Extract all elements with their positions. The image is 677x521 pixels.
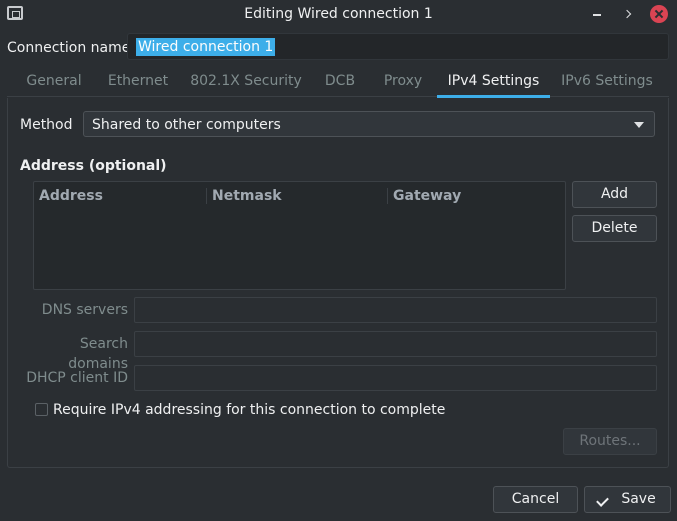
delete-button[interactable]: Delete — [572, 215, 657, 242]
require-ipv4-label[interactable]: Require IPv4 addressing for this connect… — [53, 400, 445, 420]
tab-bar: General Ethernet 802.1X Security DCB Pro… — [7, 65, 669, 98]
window-title: Editing Wired connection 1 — [244, 6, 433, 22]
require-ipv4-checkbox[interactable] — [35, 403, 48, 416]
maximize-icon[interactable] — [618, 5, 636, 23]
method-label: Method — [20, 117, 73, 133]
tab-dcb[interactable]: DCB — [314, 65, 366, 97]
tab-8021x-security[interactable]: 802.1X Security — [185, 65, 307, 97]
address-heading: Address (optional) — [20, 158, 167, 174]
dns-servers-label: DNS servers — [41, 302, 128, 318]
dhcp-client-id-input[interactable] — [134, 365, 657, 391]
tab-ipv4-settings[interactable]: IPv4 Settings — [437, 65, 550, 98]
cancel-button[interactable]: Cancel — [493, 486, 578, 513]
connection-name-value: Wired connection 1 — [136, 38, 276, 56]
save-button[interactable]: Save — [584, 486, 671, 513]
dns-servers-input[interactable] — [134, 297, 657, 323]
close-icon[interactable] — [650, 5, 668, 23]
column-separator — [206, 188, 207, 204]
tab-proxy[interactable]: Proxy — [373, 65, 433, 97]
minimize-icon[interactable] — [588, 5, 606, 23]
address-table[interactable]: Address Netmask Gateway — [33, 181, 566, 290]
tab-ethernet[interactable]: Ethernet — [98, 65, 178, 97]
dhcp-client-id-label: DHCP client ID — [26, 370, 128, 386]
connection-name-label: Connection name — [7, 40, 131, 56]
save-label: Save — [621, 491, 656, 507]
column-gateway[interactable]: Gateway — [393, 187, 461, 205]
add-button[interactable]: Add — [572, 181, 657, 208]
tab-ipv6-settings[interactable]: IPv6 Settings — [557, 65, 657, 97]
chevron-down-icon — [634, 122, 644, 128]
routes-button[interactable]: Routes... — [563, 428, 657, 455]
column-address[interactable]: Address — [39, 187, 103, 205]
column-netmask[interactable]: Netmask — [212, 187, 282, 205]
search-domains-input[interactable] — [134, 331, 657, 357]
column-separator — [387, 188, 388, 204]
tab-general[interactable]: General — [15, 65, 93, 97]
checkmark-icon — [596, 494, 609, 507]
connection-name-input[interactable]: Wired connection 1 — [127, 33, 669, 60]
title-bar: Editing Wired connection 1 — [0, 0, 677, 29]
method-value: Shared to other computers — [92, 117, 281, 133]
method-select[interactable]: Shared to other computers — [83, 111, 655, 137]
